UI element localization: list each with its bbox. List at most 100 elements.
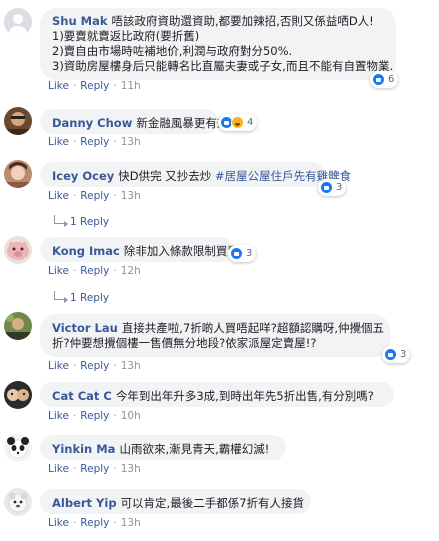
reply-button[interactable]: Reply — [80, 360, 109, 372]
avatar[interactable] — [4, 160, 32, 188]
comment-text: 2)賣自由市場時咗補地价,利潤与政府對分50%. — [52, 44, 293, 58]
like-button[interactable]: Like — [48, 80, 69, 92]
comment-bubble: Victor Lau 直接共產啦,7折啲人買唔起咩?超額認購呀,仲攪個五 折?仲要… — [40, 314, 390, 357]
comment-text: 可以肯定,最後二手都係7折有人接貨 — [120, 496, 305, 510]
like-button[interactable]: Like — [48, 265, 69, 277]
separator: · — [72, 360, 77, 372]
comment-timestamp[interactable]: 12h — [121, 265, 141, 277]
reply-arrow-icon — [54, 291, 68, 303]
separator: · — [113, 360, 117, 372]
reply-button[interactable]: Reply — [80, 80, 109, 92]
comment-text: 除非加入條款限制買賣 — [123, 244, 239, 258]
comment-text: 山雨欲來,漸見青天,霸權幻滅! — [119, 442, 270, 456]
replies-count-label: 1 Reply — [70, 216, 110, 228]
comment-author[interactable]: Kong Imac — [52, 244, 120, 258]
reply-button[interactable]: Reply — [80, 190, 109, 202]
like-button[interactable]: Like — [48, 190, 69, 202]
comment-timestamp[interactable]: 11h — [121, 80, 141, 92]
comment-bubble: Cat Cat C 今年到出年升多3成,到時出年先5折出售,有分別嗎? — [40, 382, 394, 407]
comment-timestamp[interactable]: 13h — [121, 463, 141, 475]
comment-timestamp[interactable]: 10h — [121, 410, 141, 422]
comment-text: 快D供完 又抄去炒 — [118, 169, 212, 183]
comment-author[interactable]: Victor Lau — [52, 321, 118, 335]
separator: · — [113, 463, 117, 475]
comment-text: 3)資助房屋樓身后只能轉名比直屬夫妻或子女,而且不能有自置物業. — [52, 59, 394, 73]
comment-timestamp[interactable]: 13h — [121, 190, 141, 202]
comment-author[interactable]: Albert Yip — [52, 496, 117, 510]
comment-actions: Like · Reply · 13h — [48, 360, 141, 372]
reaction-count: 3 — [400, 349, 407, 360]
reaction-summary[interactable]: 3 — [382, 346, 411, 363]
separator: · — [113, 517, 117, 529]
comment-bubble: Danny Chow 新金融風暴更有效 — [40, 109, 228, 134]
avatar[interactable] — [4, 236, 32, 264]
avatar[interactable] — [4, 381, 32, 409]
comment-actions: Like · Reply · 13h — [48, 463, 141, 475]
reaction-count: 4 — [247, 117, 254, 128]
reaction-count: 6 — [388, 74, 395, 85]
comment-author[interactable]: Cat Cat C — [52, 389, 112, 403]
like-button[interactable]: Like — [48, 463, 69, 475]
comment-timestamp[interactable]: 13h — [121, 360, 141, 372]
comment-author[interactable]: Icey Ocey — [52, 169, 114, 183]
reply-button[interactable]: Reply — [80, 463, 109, 475]
comment-text: 折?仲要想攪個樓一售價無分地段?依家派屋定賣屋!? — [52, 336, 317, 350]
view-replies-link[interactable]: 1 Reply — [54, 291, 109, 304]
separator: · — [72, 463, 77, 475]
reaction-count: 3 — [246, 248, 253, 259]
comment-author[interactable]: Shu Mak — [52, 14, 108, 28]
view-replies-link[interactable]: 1 Reply — [54, 215, 109, 228]
haha-icon — [231, 116, 244, 129]
comment-bubble: Icey Ocey 快D供完 又抄去炒 #居屋公屋住戶先有雞髀食 — [40, 162, 351, 187]
separator: · — [113, 80, 117, 92]
comment-timestamp[interactable]: 13h — [121, 517, 141, 529]
comment-actions: Like · Reply · 13h — [48, 190, 141, 202]
avatar[interactable] — [4, 312, 32, 340]
avatar[interactable] — [4, 8, 32, 36]
separator: · — [72, 410, 77, 422]
comment-text: 今年到出年升多3成,到時出年先5折出售,有分別嗎? — [115, 389, 374, 403]
separator: · — [113, 190, 117, 202]
comment-actions: Like · Reply · 13h — [48, 517, 141, 529]
like-icon — [320, 181, 333, 194]
comment-text: 1)要賣就賣返比政府(要折舊) — [52, 29, 200, 43]
separator: · — [72, 265, 77, 277]
like-button[interactable]: Like — [48, 410, 69, 422]
like-icon — [384, 348, 397, 361]
like-icon — [372, 73, 385, 86]
reply-button[interactable]: Reply — [80, 136, 109, 148]
separator: · — [113, 410, 117, 422]
comment-bubble: Albert Yip 可以肯定,最後二手都係7折有人接貨 — [40, 489, 311, 514]
comment-actions: Like · Reply · 12h — [48, 265, 141, 277]
comment-actions: Like · Reply · 11h — [48, 80, 141, 92]
like-button[interactable]: Like — [48, 517, 69, 529]
separator: · — [72, 136, 77, 148]
separator: · — [113, 265, 117, 277]
comment-bubble: Yinkin Ma 山雨欲來,漸見青天,霸權幻滅! — [40, 435, 286, 460]
reply-button[interactable]: Reply — [80, 265, 109, 277]
like-button[interactable]: Like — [48, 360, 69, 372]
comment-text: 新金融風暴更有效 — [136, 116, 229, 130]
avatar[interactable] — [4, 434, 32, 462]
reaction-count: 3 — [336, 182, 343, 193]
reaction-summary[interactable]: 3 — [318, 179, 347, 196]
avatar[interactable] — [4, 107, 32, 135]
comment-timestamp[interactable]: 13h — [121, 136, 141, 148]
comment-author[interactable]: Danny Chow — [52, 116, 132, 130]
comment-actions: Like · Reply · 13h — [48, 136, 141, 148]
comment-bubble: Shu Mak 唔該政府資助還資助,都要加辣招,否則又係益哂D人! 1)要賣就賣返… — [40, 8, 396, 80]
avatar[interactable] — [4, 488, 32, 516]
reaction-summary[interactable]: 6 — [370, 71, 399, 88]
comment-actions: Like · Reply · 10h — [48, 410, 141, 422]
comment-text: 唔該政府資助還資助,都要加辣招,否則又係益哂D人! — [111, 14, 374, 28]
reaction-summary[interactable]: 4 — [218, 114, 258, 131]
reaction-summary[interactable]: 3 — [228, 245, 257, 262]
comment-bubble: Kong Imac 除非加入條款限制買賣 — [40, 237, 239, 262]
separator: · — [72, 190, 77, 202]
reply-button[interactable]: Reply — [80, 517, 109, 529]
like-button[interactable]: Like — [48, 136, 69, 148]
separator: · — [72, 80, 77, 92]
reply-button[interactable]: Reply — [80, 410, 109, 422]
comment-author[interactable]: Yinkin Ma — [52, 442, 115, 456]
comment-text: 直接共產啦,7折啲人買唔起咩?超額認購呀,仲攪個五 — [121, 321, 385, 335]
